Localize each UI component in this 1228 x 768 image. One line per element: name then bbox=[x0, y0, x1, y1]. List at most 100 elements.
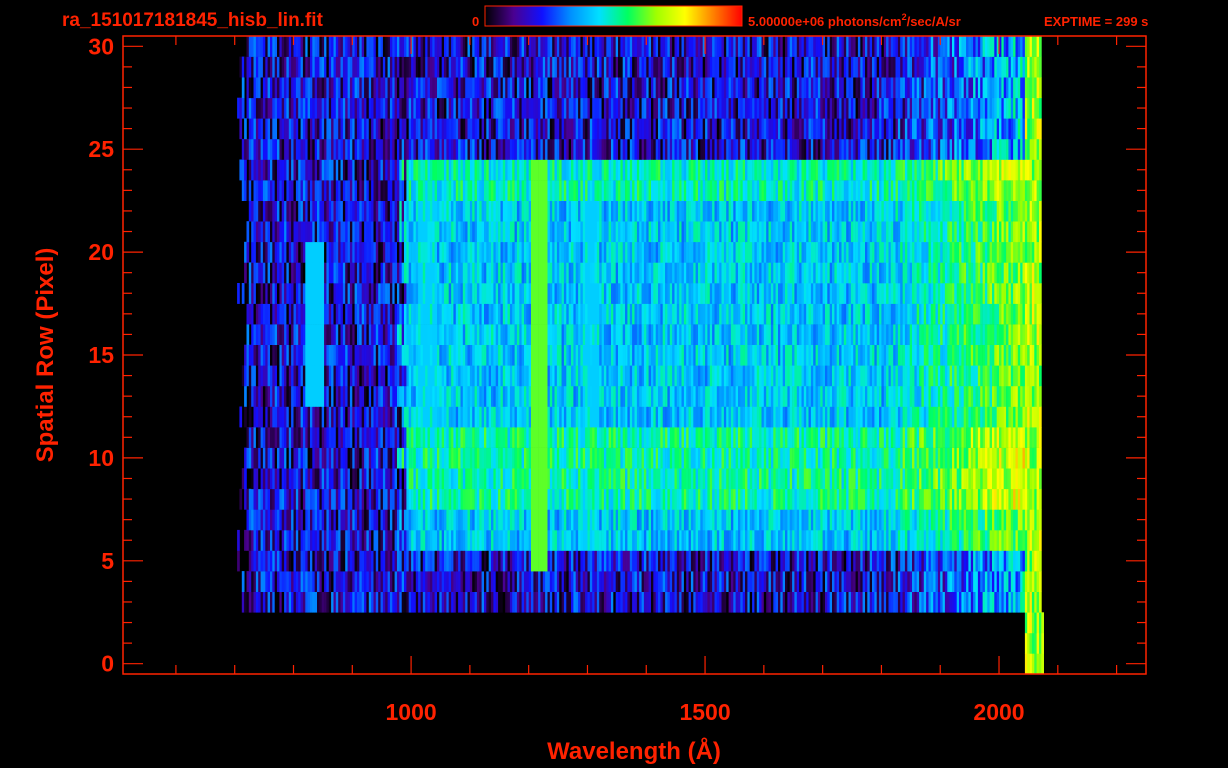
heatmap-cell bbox=[646, 571, 649, 592]
heatmap-cell bbox=[839, 571, 842, 592]
heatmap-cell bbox=[761, 427, 765, 448]
heatmap-cell bbox=[575, 344, 579, 366]
heatmap-cell bbox=[947, 324, 950, 345]
heatmap-cell bbox=[397, 550, 400, 572]
heatmap-cell bbox=[707, 468, 711, 490]
heatmap-cell bbox=[627, 447, 631, 469]
heatmap-cell bbox=[481, 324, 485, 345]
heatmap-cell bbox=[759, 591, 762, 613]
heatmap-cell bbox=[622, 303, 626, 325]
heatmap-cell bbox=[418, 365, 421, 387]
heatmap-cell bbox=[702, 365, 706, 387]
heatmap-cell bbox=[930, 591, 934, 613]
heatmap-cell bbox=[1027, 571, 1030, 592]
heatmap-cell bbox=[265, 406, 268, 428]
heatmap-cell bbox=[514, 488, 518, 510]
heatmap-cell bbox=[1029, 468, 1033, 490]
heatmap-cell bbox=[698, 468, 701, 490]
heatmap-cell bbox=[460, 365, 464, 387]
heatmap-cell bbox=[796, 550, 800, 572]
heatmap-cell bbox=[883, 550, 887, 572]
heatmap-cell bbox=[789, 488, 793, 510]
heatmap-cell bbox=[726, 509, 729, 531]
heatmap-cell bbox=[375, 427, 379, 448]
heatmap-cell bbox=[747, 303, 751, 325]
heatmap-cell bbox=[603, 365, 607, 387]
heatmap-cell bbox=[592, 591, 595, 613]
heatmap-cell bbox=[317, 571, 320, 592]
heatmap-cell bbox=[357, 488, 360, 510]
heatmap-cell bbox=[571, 303, 574, 325]
heatmap-cell bbox=[806, 324, 809, 345]
heatmap-cell bbox=[916, 324, 920, 345]
heatmap-cell bbox=[270, 406, 273, 428]
heatmap-cell bbox=[338, 365, 341, 387]
heatmap-cell bbox=[1027, 406, 1030, 428]
heatmap-cell bbox=[770, 550, 774, 572]
heatmap-cell bbox=[453, 509, 457, 531]
heatmap-cell bbox=[267, 488, 271, 510]
heatmap-cell bbox=[897, 529, 901, 551]
heatmap-cell bbox=[596, 591, 600, 613]
heatmap-cell bbox=[611, 509, 614, 531]
heatmap-cell bbox=[542, 447, 546, 469]
heatmap-cell bbox=[255, 344, 259, 366]
heatmap-cell bbox=[876, 529, 880, 551]
heatmap-cell bbox=[860, 427, 863, 448]
heatmap-cell bbox=[834, 468, 838, 490]
heatmap-cell bbox=[359, 447, 362, 469]
heatmap-cell bbox=[648, 385, 652, 407]
heatmap-cell bbox=[942, 406, 946, 428]
heatmap-cell bbox=[488, 365, 492, 387]
heatmap-cell bbox=[890, 488, 894, 510]
heatmap-cell bbox=[1024, 550, 1028, 572]
heatmap-cell bbox=[912, 447, 915, 469]
heatmap-cell bbox=[860, 468, 863, 490]
heatmap-cell bbox=[300, 509, 304, 531]
heatmap-cell bbox=[582, 344, 586, 366]
heatmap-cell bbox=[959, 344, 962, 366]
heatmap-cell bbox=[441, 427, 445, 448]
heatmap-cell bbox=[298, 427, 301, 448]
heatmap-cell bbox=[688, 571, 692, 592]
heatmap-cell bbox=[883, 344, 887, 366]
heatmap-cell bbox=[328, 406, 332, 428]
heatmap-cell bbox=[768, 365, 772, 387]
heatmap-cell bbox=[982, 447, 986, 469]
heatmap-cell bbox=[366, 488, 370, 510]
heatmap-cell bbox=[627, 468, 631, 490]
heatmap-cell bbox=[486, 488, 489, 510]
heatmap-cell bbox=[667, 591, 671, 613]
heatmap-cell bbox=[853, 529, 856, 551]
heatmap-cell bbox=[516, 303, 520, 325]
heatmap-cell bbox=[836, 488, 840, 510]
heatmap-cell bbox=[803, 406, 807, 428]
heatmap-cell bbox=[554, 344, 558, 366]
heatmap-cell bbox=[441, 447, 445, 469]
heatmap-cell bbox=[817, 365, 821, 387]
heatmap-cell bbox=[284, 591, 287, 613]
heatmap-cell bbox=[354, 427, 358, 448]
heatmap-cell bbox=[545, 488, 548, 510]
heatmap-cell bbox=[310, 591, 313, 613]
heatmap-cell bbox=[820, 529, 823, 551]
heatmap-cell bbox=[319, 385, 323, 407]
heatmap-cell bbox=[326, 488, 330, 510]
heatmap-cell bbox=[265, 447, 268, 469]
heatmap-cell bbox=[989, 488, 993, 510]
heatmap-cell bbox=[545, 529, 548, 551]
heatmap-cell bbox=[815, 529, 819, 551]
heatmap-cell bbox=[270, 303, 273, 325]
heatmap-cell bbox=[928, 488, 932, 510]
heatmap-cell bbox=[437, 509, 440, 531]
heatmap-cell bbox=[371, 406, 374, 428]
heatmap-cell bbox=[883, 427, 887, 448]
heatmap-cell bbox=[848, 324, 852, 345]
heatmap-cell bbox=[274, 529, 278, 551]
heatmap-cell bbox=[465, 509, 468, 531]
heatmap-cell bbox=[561, 447, 565, 469]
heatmap-cell bbox=[302, 406, 306, 428]
heatmap-cell bbox=[333, 571, 337, 592]
heatmap-cell bbox=[495, 509, 499, 531]
heatmap-cell bbox=[935, 406, 939, 428]
